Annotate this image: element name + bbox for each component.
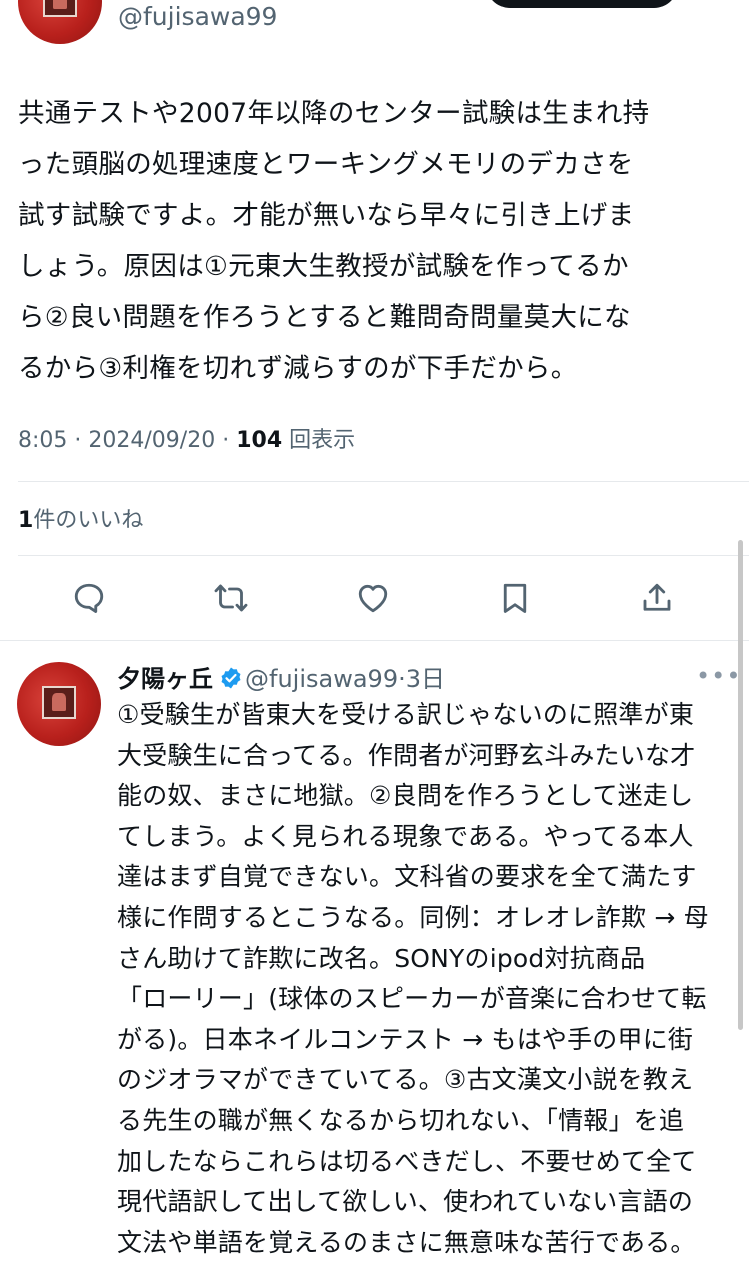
divider [18,555,749,556]
tweet-date[interactable]: 2024/09/20 [88,428,215,453]
reply-author-name[interactable]: 夕陽ヶ丘 [117,665,213,693]
follow-button[interactable] [486,0,678,8]
more-options-icon[interactable]: ••• [696,662,741,690]
scrollbar[interactable] [738,540,743,1030]
author-handle[interactable]: @fujisawa99 [118,2,277,31]
reply-text: ①受験生が皆東大を受ける訳じゃないのに照準が東 大受験生に合ってる。作問者が河野… [117,700,709,1257]
meta-separator: · [74,428,89,453]
tweet-meta: 8:05 · 2024/09/20 · 104 回表示 [18,422,355,454]
likes-count: 1 [18,508,34,533]
views-label: 回表示 [289,428,356,453]
reply-author-handle[interactable]: @fujisawa99 [245,665,398,693]
like-icon [358,584,388,613]
retweet-button[interactable] [211,578,251,618]
bookmark-button[interactable] [495,578,535,618]
retweet-icon [214,584,248,612]
tweet-text: 共通テストや2007年以降のセンター試験は生まれ持 った頭脳の処理速度とワーキン… [18,98,650,384]
likes-label: 件のいいね [33,508,144,533]
reply-header: 夕陽ヶ丘 @fujisawa99·3日 [117,659,445,694]
bookmark-icon [503,583,527,613]
share-button[interactable] [637,578,677,618]
author-avatar[interactable] [18,0,102,44]
reply-time[interactable]: 3日 [406,665,445,693]
reply-avatar[interactable] [17,662,101,746]
verified-badge-icon [221,667,241,689]
share-icon [643,583,671,611]
reply-icon [74,583,104,613]
divider [0,640,749,641]
meta-separator: · [222,428,237,453]
views-count: 104 [236,428,283,453]
reply-button[interactable] [69,578,109,618]
likes-summary[interactable]: 1件のいいね [18,502,143,534]
divider [18,481,749,482]
like-button[interactable] [353,578,393,618]
tweet-time[interactable]: 8:05 [18,428,67,453]
reply-separator: · [398,665,406,693]
